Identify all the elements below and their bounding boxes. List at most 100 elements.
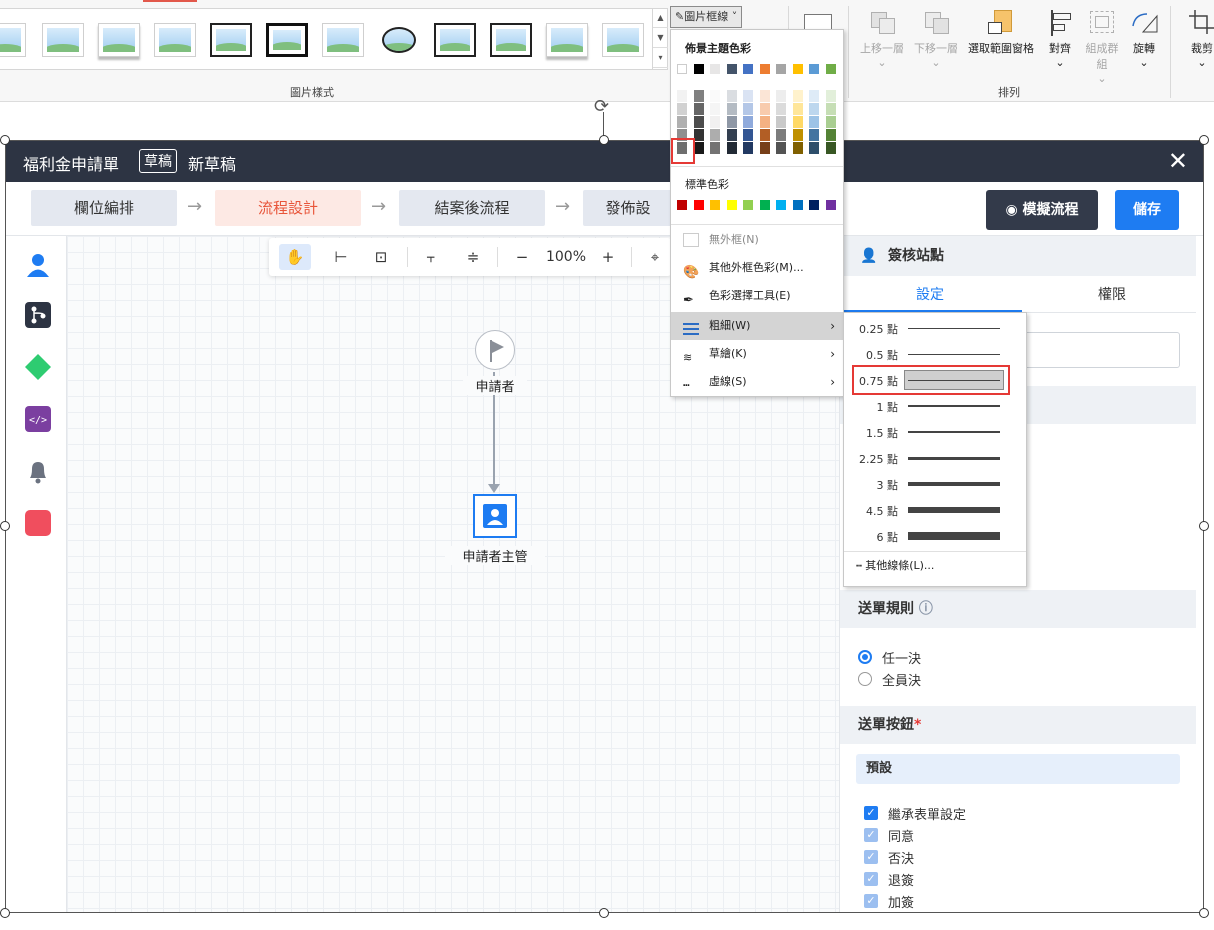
style-thumb[interactable]	[322, 23, 364, 57]
color-swatch[interactable]	[809, 64, 819, 74]
color-swatch[interactable]	[677, 200, 687, 210]
color-swatch[interactable]	[677, 64, 687, 74]
resize-handle[interactable]	[1199, 521, 1209, 531]
preset-option[interactable]: 預設	[856, 754, 1180, 784]
zoom-out-button[interactable]: −	[513, 244, 531, 270]
color-swatch[interactable]	[776, 103, 786, 115]
color-swatch[interactable]	[693, 129, 704, 141]
color-swatch[interactable]	[759, 90, 770, 102]
weight-option[interactable]: 0.5 點	[844, 341, 1026, 367]
color-swatch[interactable]	[743, 116, 753, 128]
color-swatch[interactable]	[825, 142, 836, 154]
person-icon[interactable]	[25, 252, 51, 278]
color-swatch[interactable]	[776, 200, 786, 210]
resize-handle[interactable]	[599, 135, 609, 145]
code-icon[interactable]: </>	[25, 406, 51, 432]
picture-border-button[interactable]: ✎圖片框線 ˅	[670, 6, 743, 28]
color-swatch[interactable]	[792, 200, 803, 210]
style-thumb[interactable]	[266, 23, 308, 57]
color-swatch[interactable]	[693, 64, 704, 74]
hand-tool-icon[interactable]: ✋	[279, 244, 311, 270]
color-swatch[interactable]	[825, 200, 836, 210]
checkbox-inherit[interactable]: ✓	[864, 806, 878, 820]
color-swatch[interactable]	[743, 200, 753, 210]
style-thumb[interactable]	[154, 23, 196, 57]
weight-option[interactable]: 2.25 點	[844, 445, 1026, 471]
color-swatch[interactable]	[743, 142, 753, 154]
color-swatch[interactable]	[710, 129, 720, 141]
color-swatch[interactable]	[693, 116, 704, 128]
color-swatch[interactable]	[792, 90, 803, 102]
color-swatch[interactable]	[759, 200, 770, 210]
scroll-down-icon[interactable]: ▼	[653, 28, 668, 48]
zoom-in-button[interactable]: +	[599, 244, 617, 270]
crop-button[interactable]: 裁剪 ⌄	[1182, 8, 1214, 69]
color-swatch[interactable]	[710, 103, 720, 115]
weight-option[interactable]: 6 點	[844, 523, 1026, 549]
color-swatch[interactable]	[759, 103, 770, 115]
fit-frame-icon[interactable]: ⊡	[369, 244, 393, 270]
color-swatch[interactable]	[710, 90, 720, 102]
style-thumb[interactable]	[378, 23, 420, 57]
condition-diamond-icon[interactable]	[25, 354, 51, 380]
color-swatch[interactable]	[677, 116, 687, 128]
color-swatch[interactable]	[792, 129, 803, 141]
color-swatch[interactable]	[776, 142, 786, 154]
radio-any-decision[interactable]	[858, 650, 872, 664]
color-swatch[interactable]	[776, 64, 786, 74]
resize-handle[interactable]	[1199, 135, 1209, 145]
color-swatch[interactable]	[710, 116, 720, 128]
weight-option[interactable]: 4.5 點	[844, 497, 1026, 523]
color-swatch[interactable]	[726, 64, 737, 74]
tab-settings[interactable]: 設定	[916, 284, 944, 304]
group-button[interactable]: 組成群組 ⌄	[1082, 8, 1122, 85]
color-swatch[interactable]	[825, 103, 836, 115]
bring-forward-button[interactable]: 上移一層 ⌄	[856, 8, 908, 69]
simulate-flow-button[interactable]: ◉ 模擬流程	[986, 190, 1098, 230]
dashes-item[interactable]: ┅ 虛線(S) ›	[671, 368, 843, 396]
color-swatch[interactable]	[759, 116, 770, 128]
style-thumb[interactable]	[210, 23, 252, 57]
color-swatch[interactable]	[759, 129, 770, 141]
style-thumb[interactable]	[490, 23, 532, 57]
step-publish[interactable]: 發佈設	[583, 190, 673, 226]
weight-option[interactable]: 0.75 點	[844, 365, 1026, 395]
connector-tool-icon[interactable]: ⊢	[329, 244, 353, 270]
color-swatch[interactable]	[693, 200, 704, 210]
color-swatch[interactable]	[726, 90, 737, 102]
more-colors-item[interactable]: 🎨 其他外框色彩(M)...	[671, 254, 843, 282]
checkbox-return[interactable]: ✓	[864, 872, 878, 886]
end-node-icon[interactable]	[25, 510, 51, 536]
gallery-scroll[interactable]: ▲ ▼ ▾	[652, 8, 668, 70]
resize-handle[interactable]	[0, 521, 10, 531]
weight-option[interactable]: 1.5 點	[844, 419, 1026, 445]
resize-handle[interactable]	[0, 908, 10, 918]
vertical-align-icon[interactable]: ≑	[461, 244, 485, 270]
color-swatch[interactable]	[693, 90, 704, 102]
crosshair-icon[interactable]: ⌖	[643, 244, 667, 270]
color-swatch[interactable]	[792, 103, 803, 115]
horizontal-align-icon[interactable]: ⫟	[419, 244, 443, 270]
bell-icon[interactable]	[25, 458, 51, 484]
align-button[interactable]: 對齊 ⌄	[1040, 8, 1080, 69]
sketched-item[interactable]: ≋ 草繪(K) ›	[671, 340, 843, 368]
style-thumb[interactable]	[602, 23, 644, 57]
more-lines-item[interactable]: ┅ 其他線條(L)...	[856, 557, 934, 573]
color-swatch[interactable]	[825, 64, 836, 74]
color-swatch[interactable]	[776, 129, 786, 141]
color-swatch[interactable]	[809, 103, 819, 115]
weight-option[interactable]: 0.25 點	[844, 315, 1026, 341]
weight-item[interactable]: 粗細(W) ›	[671, 312, 843, 340]
checkbox-approve[interactable]: ✓	[864, 828, 878, 842]
resize-handle[interactable]	[1199, 908, 1209, 918]
color-swatch[interactable]	[743, 129, 753, 141]
color-swatch[interactable]	[710, 200, 720, 210]
step-post-close-flow[interactable]: 結案後流程	[399, 190, 545, 226]
checkbox-reject[interactable]: ✓	[864, 850, 878, 864]
tab-permissions[interactable]: 權限	[1098, 284, 1126, 304]
color-swatch[interactable]	[677, 90, 687, 102]
eyedropper-item[interactable]: ✒ 色彩選擇工具(E)	[671, 282, 843, 310]
color-swatch[interactable]	[792, 142, 803, 154]
info-icon[interactable]: ⓘ	[919, 601, 933, 617]
color-swatch[interactable]	[825, 129, 836, 141]
